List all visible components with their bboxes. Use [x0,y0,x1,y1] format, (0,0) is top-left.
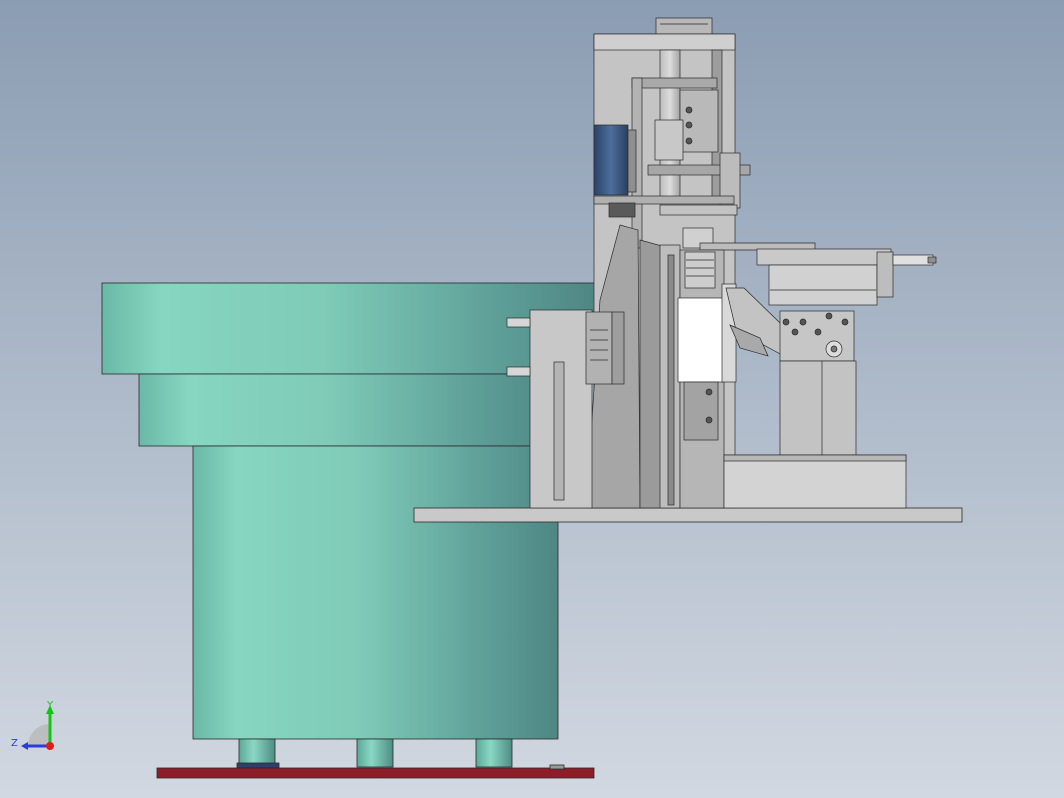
mount-bolt-4 [841,318,849,326]
z-axis-label: Z [11,738,18,749]
base-plate-bolt [549,764,565,770]
tower-head-block [593,33,736,51]
mount-bolt-6 [814,328,822,336]
cylinder-end-cap [611,311,625,385]
spindle-collar [659,204,738,216]
piston-rod-lower [506,366,531,377]
guide-bolt-2 [685,121,693,129]
track-channel [667,254,675,506]
mount-bolt-1 [782,318,790,326]
mount-bolt-3 [825,312,833,320]
slide-rod-tip [927,256,937,264]
tower-top-cap [655,17,713,35]
bowl-leg-right [475,738,513,768]
mount-plate-bolted [779,310,855,362]
rail-bolt-1 [705,388,713,396]
base-block-strip [723,454,907,462]
slide-top-plate [756,248,892,266]
slide-rod [892,254,934,266]
timing-pulley [608,202,636,218]
bowl-leg-middle [356,738,394,768]
guide-bolt-1 [685,106,693,114]
carriage-plate [631,77,718,89]
x-axis-dot [46,742,54,750]
piston-rod-upper [506,317,531,328]
cad-viewport[interactable]: Y Z [0,0,1064,798]
base-block [723,454,907,509]
mount-bolt-2 [799,318,807,326]
drive-motor [593,124,629,196]
bowl-base-plate [156,767,595,779]
motor-mount [627,129,637,193]
white-sensor-block [677,297,724,383]
bowl-top-rim [101,282,596,375]
support-post [779,360,857,456]
slide-cylinder-body [768,264,878,306]
coupling-block [654,119,684,161]
bowl-foot-pad [236,762,280,769]
linear-guide-block [679,89,719,153]
bowl-base-body [192,445,559,740]
cylinder-body [585,311,613,385]
y-axis-label: Y [46,700,54,711]
spring-stack [684,251,716,289]
mount-bolt-5 [791,328,799,336]
guide-bolt-3 [685,137,693,145]
adjust-knob-center [830,345,838,353]
bracket-slot [553,361,565,501]
bowl-middle-tier [138,373,560,447]
machine-base-plate[interactable] [413,507,963,523]
cad-scene[interactable]: Y Z [0,0,1064,798]
slide-end-cap [876,251,894,298]
guide-rail-lower [683,381,719,441]
rail-bolt-2 [705,416,713,424]
